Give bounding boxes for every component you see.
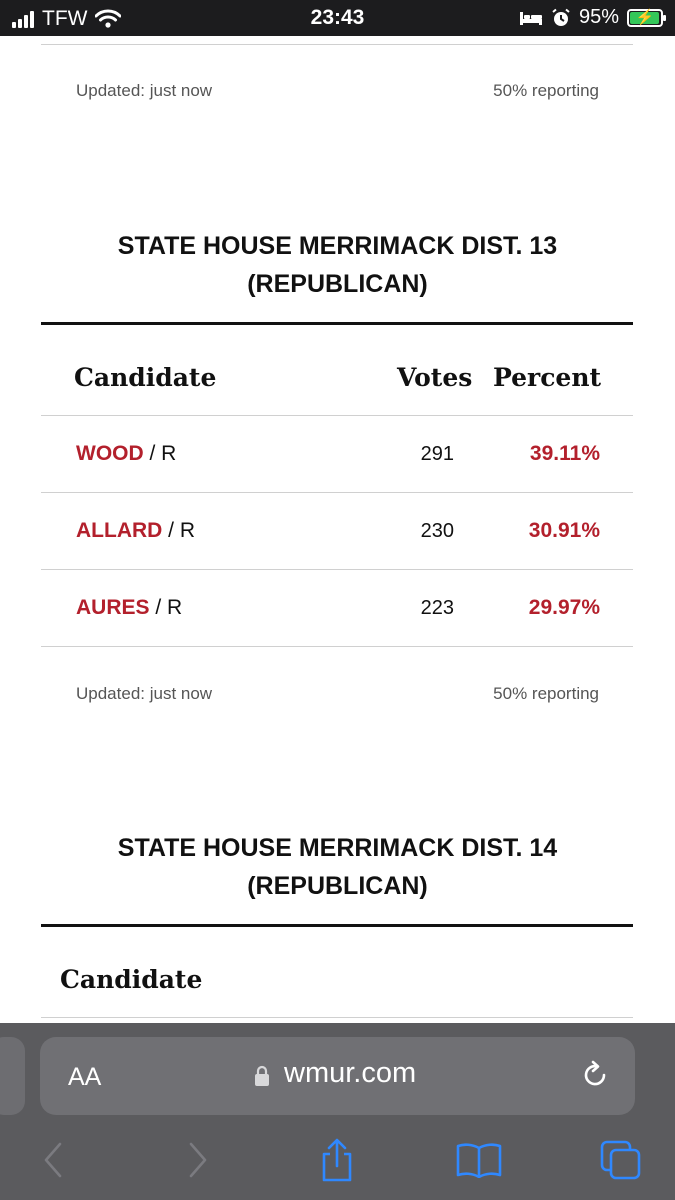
- column-header-candidate: Candidate: [60, 965, 203, 994]
- votes-cell: 291: [420, 443, 454, 465]
- percent-cell: 39.11%: [529, 442, 600, 465]
- candidate-cell: ALLARD / R: [76, 519, 195, 543]
- candidate-party: / R: [149, 596, 183, 619]
- race-title-line1: STATE HOUSE MERRIMACK DIST. 14: [117, 834, 558, 862]
- reporting-text: 50% reporting: [493, 81, 599, 100]
- race-title-line2: (REPUBLICAN): [247, 872, 428, 900]
- tabs-button[interactable]: [598, 1139, 644, 1181]
- candidate-party: / R: [162, 519, 195, 542]
- votes-cell: 223: [420, 597, 454, 619]
- race-title-line2: (REPUBLICAN): [247, 270, 428, 298]
- column-header-percent: Percent: [493, 363, 602, 392]
- browser-toolbar: AA wmur.com: [0, 1023, 675, 1200]
- status-bar: TFW 23:43 95% ⚡: [0, 0, 675, 36]
- back-icon: [44, 1142, 62, 1178]
- percent-cell: 29.97%: [528, 596, 600, 619]
- column-header-votes: Votes: [397, 363, 473, 392]
- race-meta: Updated: just now 50% reporting: [76, 684, 599, 704]
- back-button[interactable]: [30, 1139, 76, 1181]
- candidate-name: ALLARD: [76, 519, 163, 542]
- lock-icon: [255, 1065, 269, 1086]
- candidate-cell: WOOD / R: [76, 442, 176, 466]
- updated-text: Updated: just now: [76, 81, 213, 100]
- reporting-text: 50% reporting: [493, 684, 599, 703]
- tabs-icon: [600, 1140, 641, 1180]
- candidate-name: WOOD: [76, 442, 144, 465]
- reload-icon[interactable]: [579, 1059, 611, 1091]
- alarm-icon: [552, 8, 570, 26]
- carrier-label: TFW: [42, 7, 88, 30]
- bookmarks-icon: [456, 1143, 502, 1178]
- forward-icon: [189, 1142, 207, 1178]
- bed-icon: [519, 11, 542, 25]
- text-size-button[interactable]: AA: [68, 1063, 101, 1092]
- status-right: 95% ⚡: [519, 6, 666, 29]
- candidate-cell: AURES / R: [76, 596, 182, 620]
- web-content[interactable]: Updated: just now 50% reporting STATE HO…: [0, 36, 675, 1023]
- race-title: STATE HOUSE MERRIMACK DIST. 14 (REPUBLIC…: [0, 829, 675, 905]
- race-title: STATE HOUSE MERRIMACK DIST. 13 (REPUBLIC…: [0, 227, 675, 303]
- divider: [41, 646, 633, 647]
- candidate-name: AURES: [76, 596, 150, 619]
- divider: [41, 415, 633, 416]
- signal-icon: [12, 10, 34, 28]
- candidate-party: / R: [143, 442, 177, 465]
- divider: [41, 492, 633, 493]
- navigation-buttons: [0, 1135, 675, 1185]
- address-bar[interactable]: AA wmur.com: [40, 1037, 635, 1115]
- battery-icon: ⚡: [627, 8, 666, 27]
- column-header-candidate: Candidate: [74, 363, 217, 392]
- battery-percent: 95%: [578, 6, 619, 28]
- table-top-rule: [41, 322, 633, 325]
- forward-button[interactable]: [175, 1139, 221, 1181]
- divider: [41, 1017, 633, 1018]
- votes-cell: 230: [420, 520, 454, 542]
- share-icon: [322, 1138, 352, 1182]
- prev-race-meta: Updated: just now 50% reporting: [76, 81, 599, 101]
- divider: [41, 44, 633, 45]
- bookmarks-button[interactable]: [456, 1139, 502, 1181]
- previous-tab-stub[interactable]: [0, 1037, 25, 1115]
- url-text: wmur.com: [284, 1057, 417, 1089]
- percent-cell: 30.91%: [528, 519, 600, 542]
- text-size-label: AA: [68, 1063, 102, 1091]
- status-left: TFW: [12, 7, 122, 31]
- wifi-icon: [95, 9, 122, 28]
- table-top-rule: [41, 924, 633, 927]
- divider: [41, 569, 633, 570]
- race-title-line1: STATE HOUSE MERRIMACK DIST. 13: [117, 232, 558, 260]
- share-button[interactable]: [314, 1138, 360, 1182]
- updated-text: Updated: just now: [76, 684, 213, 703]
